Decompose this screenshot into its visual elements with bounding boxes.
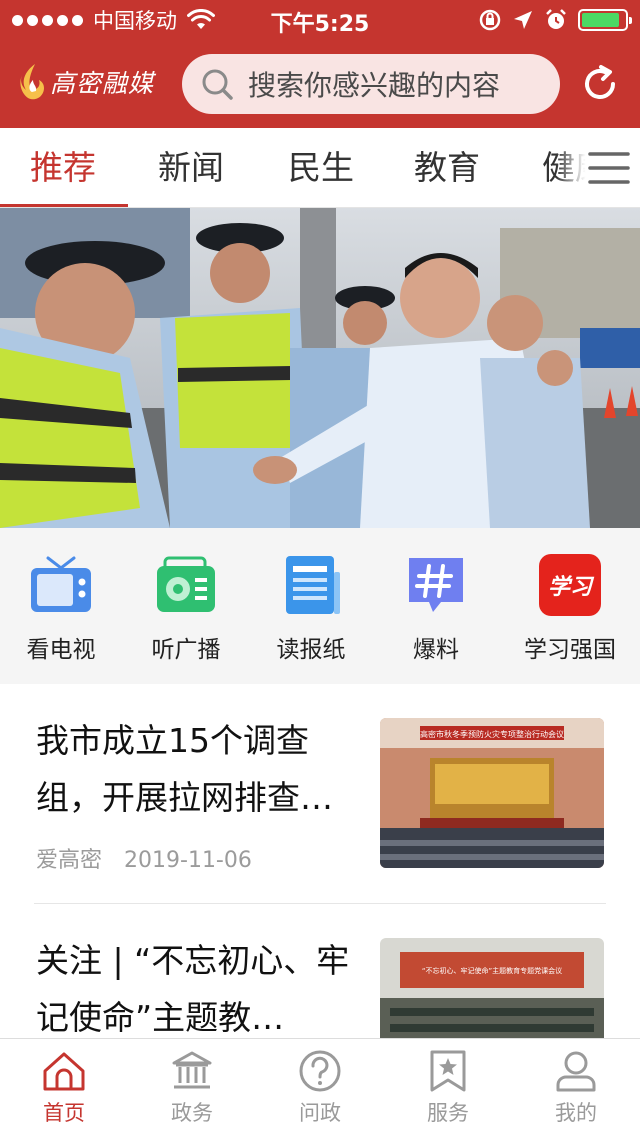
news-meta: 爱高密 2019-11-06 <box>36 842 252 874</box>
quick-link-tipoff[interactable]: 爆料 <box>372 552 500 664</box>
user-icon <box>556 1051 596 1092</box>
battery-level-fill <box>582 13 620 27</box>
nav-label: 问政 <box>299 1101 341 1125</box>
search-icon <box>202 69 233 100</box>
quick-link-label: 听广播 <box>151 637 221 663</box>
alarm-clock-icon <box>546 9 566 29</box>
refresh-icon[interactable] <box>580 64 620 104</box>
hashtag-icon <box>409 558 463 612</box>
thumbnail-banner-text: 高密市秋冬季预防火灾专项整治行动会议 <box>420 729 564 739</box>
news-thumbnail-photo: 高密市秋冬季预防火灾专项整治行动会议 <box>380 718 604 868</box>
flame-logo-icon <box>20 64 44 100</box>
news-thumbnail: “不忘初心、牢记使命”主题教育专题党课会议 <box>380 938 604 1038</box>
category-tabs: 推荐 新闻 民生 教育 健康 <box>0 128 640 208</box>
quick-link-tv[interactable]: 看电视 <box>0 552 125 664</box>
status-right <box>478 6 632 34</box>
nav-government[interactable]: 政务 <box>128 1049 256 1127</box>
top-bar: 中国移动 下午5:25 高密融媒 搜索你感兴趣的内容 <box>0 0 640 128</box>
quick-link-label: 学习强国 <box>524 637 616 663</box>
search-bar[interactable]: 搜索你感兴趣的内容 <box>182 54 560 114</box>
news-title: 我市成立15个调查组，开展拉网排查… <box>36 721 333 817</box>
quick-link-newspaper[interactable]: 读报纸 <box>247 552 375 664</box>
nav-label: 我的 <box>555 1101 597 1125</box>
tab-livelihood[interactable]: 民生 <box>288 148 354 188</box>
news-thumbnail-photo: “不忘初心、牢记使命”主题教育专题党课会议 <box>380 938 604 1038</box>
news-title: 关注 | “不忘初心、牢记使命”主题教… <box>36 941 350 1037</box>
nav-label: 政务 <box>171 1101 213 1125</box>
app-root: 中国移动 下午5:25 高密融媒 搜索你感兴趣的内容 推荐 新闻 民生 教育 看… <box>0 0 640 1136</box>
news-item[interactable]: 关注 | “不忘初心、牢记使命”主题教… “不忘初心、牢记使命”主题教育专题党课… <box>0 904 640 1038</box>
banner-photo <box>0 208 640 528</box>
news-source: 爱高密 <box>36 848 103 873</box>
tv-icon <box>31 556 91 612</box>
battery-icon <box>578 9 632 31</box>
location-arrow-icon <box>514 11 532 29</box>
news-item[interactable]: 我市成立15个调查组，开展拉网排查… 爱高密 2019-11-06 高密市秋冬季预… <box>0 684 640 904</box>
nav-home[interactable]: 首页 <box>0 1049 128 1127</box>
app-logo[interactable]: 高密融媒 <box>18 60 154 104</box>
nav-inquiry[interactable]: 问政 <box>256 1049 384 1127</box>
thumbnail-banner-text: “不忘初心、牢记使命”主题教育专题党课会议 <box>422 966 562 975</box>
banner-carousel[interactable] <box>0 208 640 528</box>
news-date: 2019-11-06 <box>124 848 252 873</box>
home-icon <box>43 1052 85 1091</box>
quick-link-radio[interactable]: 听广播 <box>122 552 250 664</box>
rotation-lock-icon <box>479 9 501 31</box>
nav-profile[interactable]: 我的 <box>512 1049 640 1127</box>
nav-label: 服务 <box>427 1101 469 1125</box>
tab-recommend[interactable]: 推荐 <box>30 148 96 188</box>
active-tab-indicator <box>0 204 128 207</box>
quick-link-label: 爆料 <box>413 637 459 663</box>
government-building-icon <box>172 1051 212 1089</box>
tab-education[interactable]: 教育 <box>414 148 480 188</box>
quick-links: 看电视 听广播 读报纸 爆料 学习 学习强国 <box>0 528 640 684</box>
quick-link-label: 看电视 <box>26 637 96 663</box>
quick-link-label: 读报纸 <box>276 637 346 663</box>
quick-link-xuexi[interactable]: 学习 学习强国 <box>506 552 634 664</box>
news-feed: 我市成立15个调查组，开展拉网排查… 爱高密 2019-11-06 高密市秋冬季预… <box>0 684 640 1038</box>
status-bar: 中国移动 下午5:25 <box>0 0 640 40</box>
menu-icon[interactable] <box>588 150 630 186</box>
bookmark-star-icon <box>430 1050 466 1092</box>
news-thumbnail: 高密市秋冬季预防火灾专项整治行动会议 <box>380 718 604 868</box>
bottom-nav: 首页 政务 问政 服务 我的 <box>0 1038 640 1136</box>
nav-label: 首页 <box>43 1101 85 1125</box>
tab-news[interactable]: 新闻 <box>158 148 224 188</box>
xuexi-logo-text: 学习 <box>548 574 595 600</box>
newspaper-icon <box>286 556 340 614</box>
radio-icon <box>157 556 215 612</box>
nav-services[interactable]: 服务 <box>384 1049 512 1127</box>
question-icon <box>299 1050 341 1092</box>
xuexi-logo-icon: 学习 <box>539 554 601 616</box>
search-placeholder: 搜索你感兴趣的内容 <box>248 69 501 102</box>
logo-text: 高密融媒 <box>50 69 155 98</box>
